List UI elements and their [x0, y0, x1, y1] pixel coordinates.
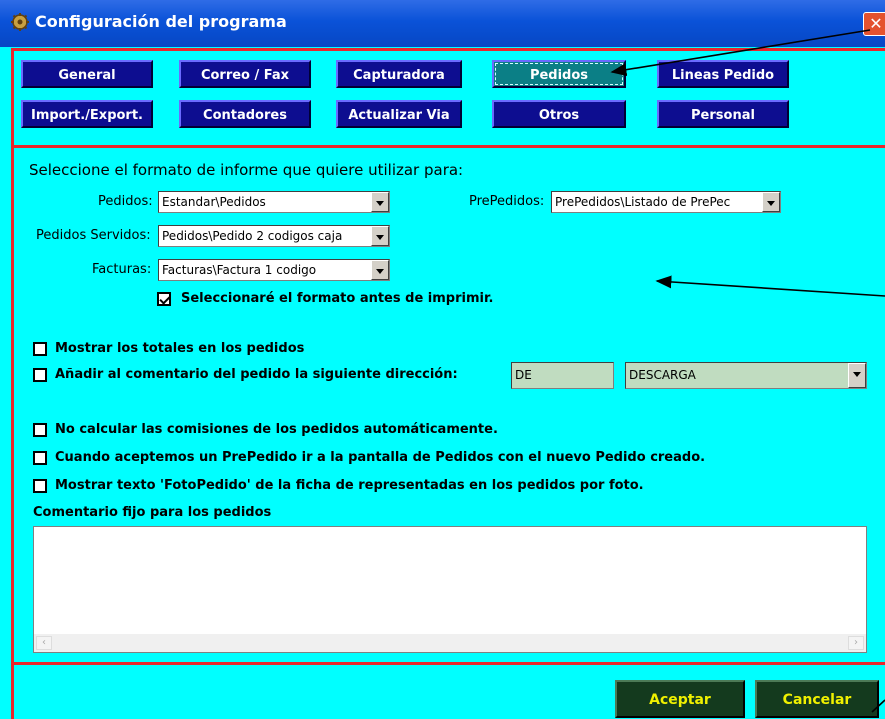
tab-personal[interactable]: Personal [657, 100, 789, 128]
tab-actualizar-via[interactable]: Actualizar Via [336, 100, 462, 128]
close-button[interactable]: ✕ [863, 12, 885, 36]
tab-otros[interactable]: Otros [492, 100, 626, 128]
cancel-button[interactable]: Cancelar [755, 680, 879, 718]
accept-button[interactable]: Aceptar [615, 680, 745, 718]
direccion-value: DESCARGA [629, 368, 696, 382]
chevron-down-icon[interactable] [848, 363, 866, 388]
tab-correo-fax[interactable]: Correo / Fax [179, 60, 311, 88]
anadir-comentario-label: Añadir al comentario del pedido la sigui… [55, 367, 458, 382]
horizontal-scrollbar[interactable]: ‹ › [34, 634, 866, 652]
tab-import-export[interactable]: Import./Export. [21, 100, 153, 128]
direccion-select[interactable]: DESCARGA [625, 362, 867, 389]
direccion-code-value: DE [515, 368, 532, 382]
no-calcular-label: No calcular las comisiones de los pedido… [55, 422, 498, 437]
tab-contadores[interactable]: Contadores [179, 100, 311, 128]
chevron-down-icon[interactable] [762, 192, 780, 212]
facturas-label: Facturas: [92, 262, 152, 277]
tab-pedidos[interactable]: Pedidos [492, 60, 626, 88]
pedidos-servidos-label: Pedidos Servidos: [36, 228, 151, 243]
pedidos-servidos-format-value: Pedidos\Pedido 2 codigos caja [162, 229, 343, 243]
pedidos-format-select[interactable]: Estandar\Pedidos [158, 191, 390, 213]
format-heading: Seleccione el formato de informe que qui… [29, 161, 464, 179]
pedidos-servidos-format-select[interactable]: Pedidos\Pedido 2 codigos caja [158, 225, 390, 247]
window-title: Configuración del programa [35, 12, 287, 31]
tab-lineas-pedido[interactable]: Lineas Pedido [657, 60, 789, 88]
prepedido-ir-checkbox[interactable] [33, 451, 47, 465]
tab-general[interactable]: General [21, 60, 153, 88]
facturas-format-value: Facturas\Factura 1 codigo [162, 263, 317, 277]
chevron-down-icon[interactable] [371, 192, 389, 212]
app-icon [11, 13, 29, 31]
facturas-format-select[interactable]: Facturas\Factura 1 codigo [158, 259, 390, 281]
config-window: Configuración del programa ✕ General Cor… [0, 0, 885, 719]
prepedidos-format-select[interactable]: PrePedidos\Listado de PrePec [551, 191, 781, 213]
chevron-down-icon[interactable] [371, 226, 389, 246]
no-calcular-checkbox[interactable] [33, 423, 47, 437]
tab-capturadora[interactable]: Capturadora [336, 60, 462, 88]
mostrar-totales-checkbox[interactable] [33, 342, 47, 356]
anadir-comentario-checkbox[interactable] [33, 368, 47, 382]
select-before-print-checkbox[interactable] [157, 292, 171, 306]
comentario-textarea[interactable]: ‹ › [33, 526, 867, 653]
pedidos-label: Pedidos: [98, 194, 153, 209]
pedidos-format-value: Estandar\Pedidos [162, 195, 266, 209]
direccion-code-field[interactable]: DE [511, 362, 614, 389]
chevron-down-icon[interactable] [371, 260, 389, 280]
footer-frame [11, 662, 885, 719]
foto-pedido-label: Mostrar texto 'FotoPedido' de la ficha d… [55, 478, 644, 493]
foto-pedido-checkbox[interactable] [33, 479, 47, 493]
prepedidos-label: PrePedidos: [469, 194, 545, 209]
select-before-print-label: Seleccionaré el formato antes de imprimi… [181, 291, 494, 306]
comentario-label: Comentario fijo para los pedidos [33, 505, 272, 520]
scroll-left-icon[interactable]: ‹ [36, 636, 52, 650]
prepedidos-format-value: PrePedidos\Listado de PrePec [555, 195, 731, 209]
title-bar: Configuración del programa ✕ [0, 0, 885, 47]
mostrar-totales-label: Mostrar los totales en los pedidos [55, 341, 305, 356]
prepedido-ir-label: Cuando aceptemos un PrePedido ir a la pa… [55, 450, 706, 465]
scroll-right-icon[interactable]: › [848, 636, 864, 650]
